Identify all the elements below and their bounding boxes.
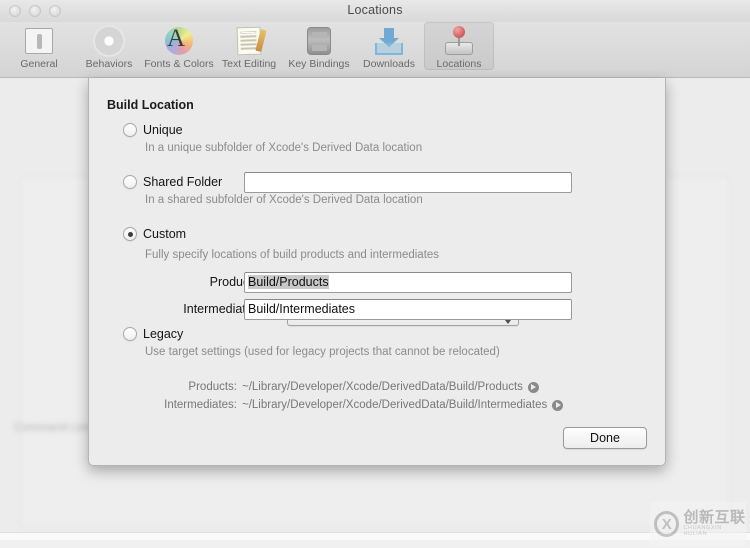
hint-custom: Fully specify locations of build product… <box>145 249 440 261</box>
toolbar-item-key-bindings[interactable]: Key Bindings <box>284 22 354 70</box>
radio-unique-icon[interactable] <box>123 123 137 137</box>
window-title: Locations <box>347 3 403 17</box>
watermark-pinyin: CHUANGXIN HULIAN <box>683 525 722 537</box>
sheet-title: Build Location <box>107 98 194 112</box>
done-button[interactable]: Done <box>563 427 647 449</box>
watermark: X 创新互联 CHUANGXIN HULIAN <box>650 502 746 546</box>
resolved-path-products: Products: ~/Library/Developer/Xcode/Deri… <box>151 381 539 393</box>
toolbar-item-downloads-label: Downloads <box>363 58 415 70</box>
resolved-path-intermediates: Intermediates: ~/Library/Developer/Xcode… <box>151 399 564 411</box>
preferences-toolbar: General Behaviors Fonts & Colors Text Ed… <box>0 22 750 78</box>
radio-shared-folder-label: Shared Folder <box>143 175 223 189</box>
toolbar-item-locations-label: Locations <box>436 58 482 70</box>
watermark-chinese: 创新互联 <box>683 509 746 527</box>
resolved-path-products-value: ~/Library/Developer/Xcode/DerivedData/Bu… <box>242 381 523 393</box>
radio-legacy-label: Legacy <box>143 327 184 341</box>
toolbar-item-downloads[interactable]: Downloads <box>354 22 424 70</box>
radio-option-custom[interactable]: Custom <box>123 227 186 241</box>
hint-legacy: Use target settings (used for legacy pro… <box>145 346 500 358</box>
key-bindings-icon <box>302 25 336 57</box>
build-location-sheet: Build Location Unique In a unique subfol… <box>88 78 666 466</box>
toolbar-item-fonts-colors[interactable]: Fonts & Colors <box>144 22 214 70</box>
window-titlebar: Locations <box>0 0 750 22</box>
reveal-in-finder-icon[interactable] <box>527 381 539 393</box>
toolbar-item-locations[interactable]: Locations <box>424 22 494 70</box>
toolbar-item-general-label: General <box>20 58 58 70</box>
label-intermediates: Intermediates <box>183 302 259 316</box>
text-editing-icon <box>232 25 266 57</box>
radio-legacy-icon[interactable] <box>123 327 137 341</box>
toolbar-item-text-editing[interactable]: Text Editing <box>214 22 284 70</box>
toolbar-item-text-editing-label: Text Editing <box>221 58 277 70</box>
window-bottom-strip <box>0 532 750 540</box>
downloads-icon <box>372 25 406 57</box>
hint-shared-folder: In a shared subfolder of Xcode's Derived… <box>145 194 423 206</box>
toolbar-item-fonts-colors-label: Fonts & Colors <box>144 58 214 70</box>
radio-custom-label: Custom <box>143 227 187 241</box>
locations-icon <box>442 25 476 57</box>
radio-option-unique[interactable]: Unique <box>123 123 183 137</box>
toolbar-item-general[interactable]: General <box>4 22 74 70</box>
radio-option-shared-folder[interactable]: Shared Folder <box>123 175 222 189</box>
general-icon <box>22 25 56 57</box>
resolved-path-products-label: Products: <box>188 381 237 393</box>
screenshot-root: Locations General Behaviors Fonts & Colo… <box>0 0 750 548</box>
resolved-path-intermediates-value: ~/Library/Developer/Xcode/DerivedData/Bu… <box>242 399 548 411</box>
products-input-value: Build/Products <box>248 275 329 289</box>
resolved-path-intermediates-label: Intermediates: <box>164 399 237 411</box>
xcode-preferences-window: Locations General Behaviors Fonts & Colo… <box>0 0 750 540</box>
toolbar-item-key-bindings-label: Key Bindings <box>288 58 350 70</box>
fonts-colors-icon <box>162 25 196 57</box>
radio-shared-folder-icon[interactable] <box>123 175 137 189</box>
shared-folder-input[interactable] <box>244 172 572 193</box>
hint-unique: In a unique subfolder of Xcode's Derived… <box>145 142 423 154</box>
radio-custom-icon[interactable] <box>123 227 137 241</box>
toolbar-item-behaviors-label: Behaviors <box>85 58 133 70</box>
products-input[interactable]: Build/Products <box>244 272 572 293</box>
intermediates-input[interactable]: Build/Intermediates <box>244 299 572 320</box>
watermark-logo-icon: X <box>654 511 680 537</box>
toolbar-item-behaviors[interactable]: Behaviors <box>74 22 144 70</box>
radio-option-legacy[interactable]: Legacy <box>123 327 183 341</box>
behaviors-gear-icon <box>92 25 126 57</box>
watermark-text: 创新互联 CHUANGXIN HULIAN <box>683 510 746 537</box>
reveal-in-finder-icon[interactable] <box>552 399 564 411</box>
radio-unique-label: Unique <box>143 123 183 137</box>
label-products: Products <box>209 275 259 289</box>
